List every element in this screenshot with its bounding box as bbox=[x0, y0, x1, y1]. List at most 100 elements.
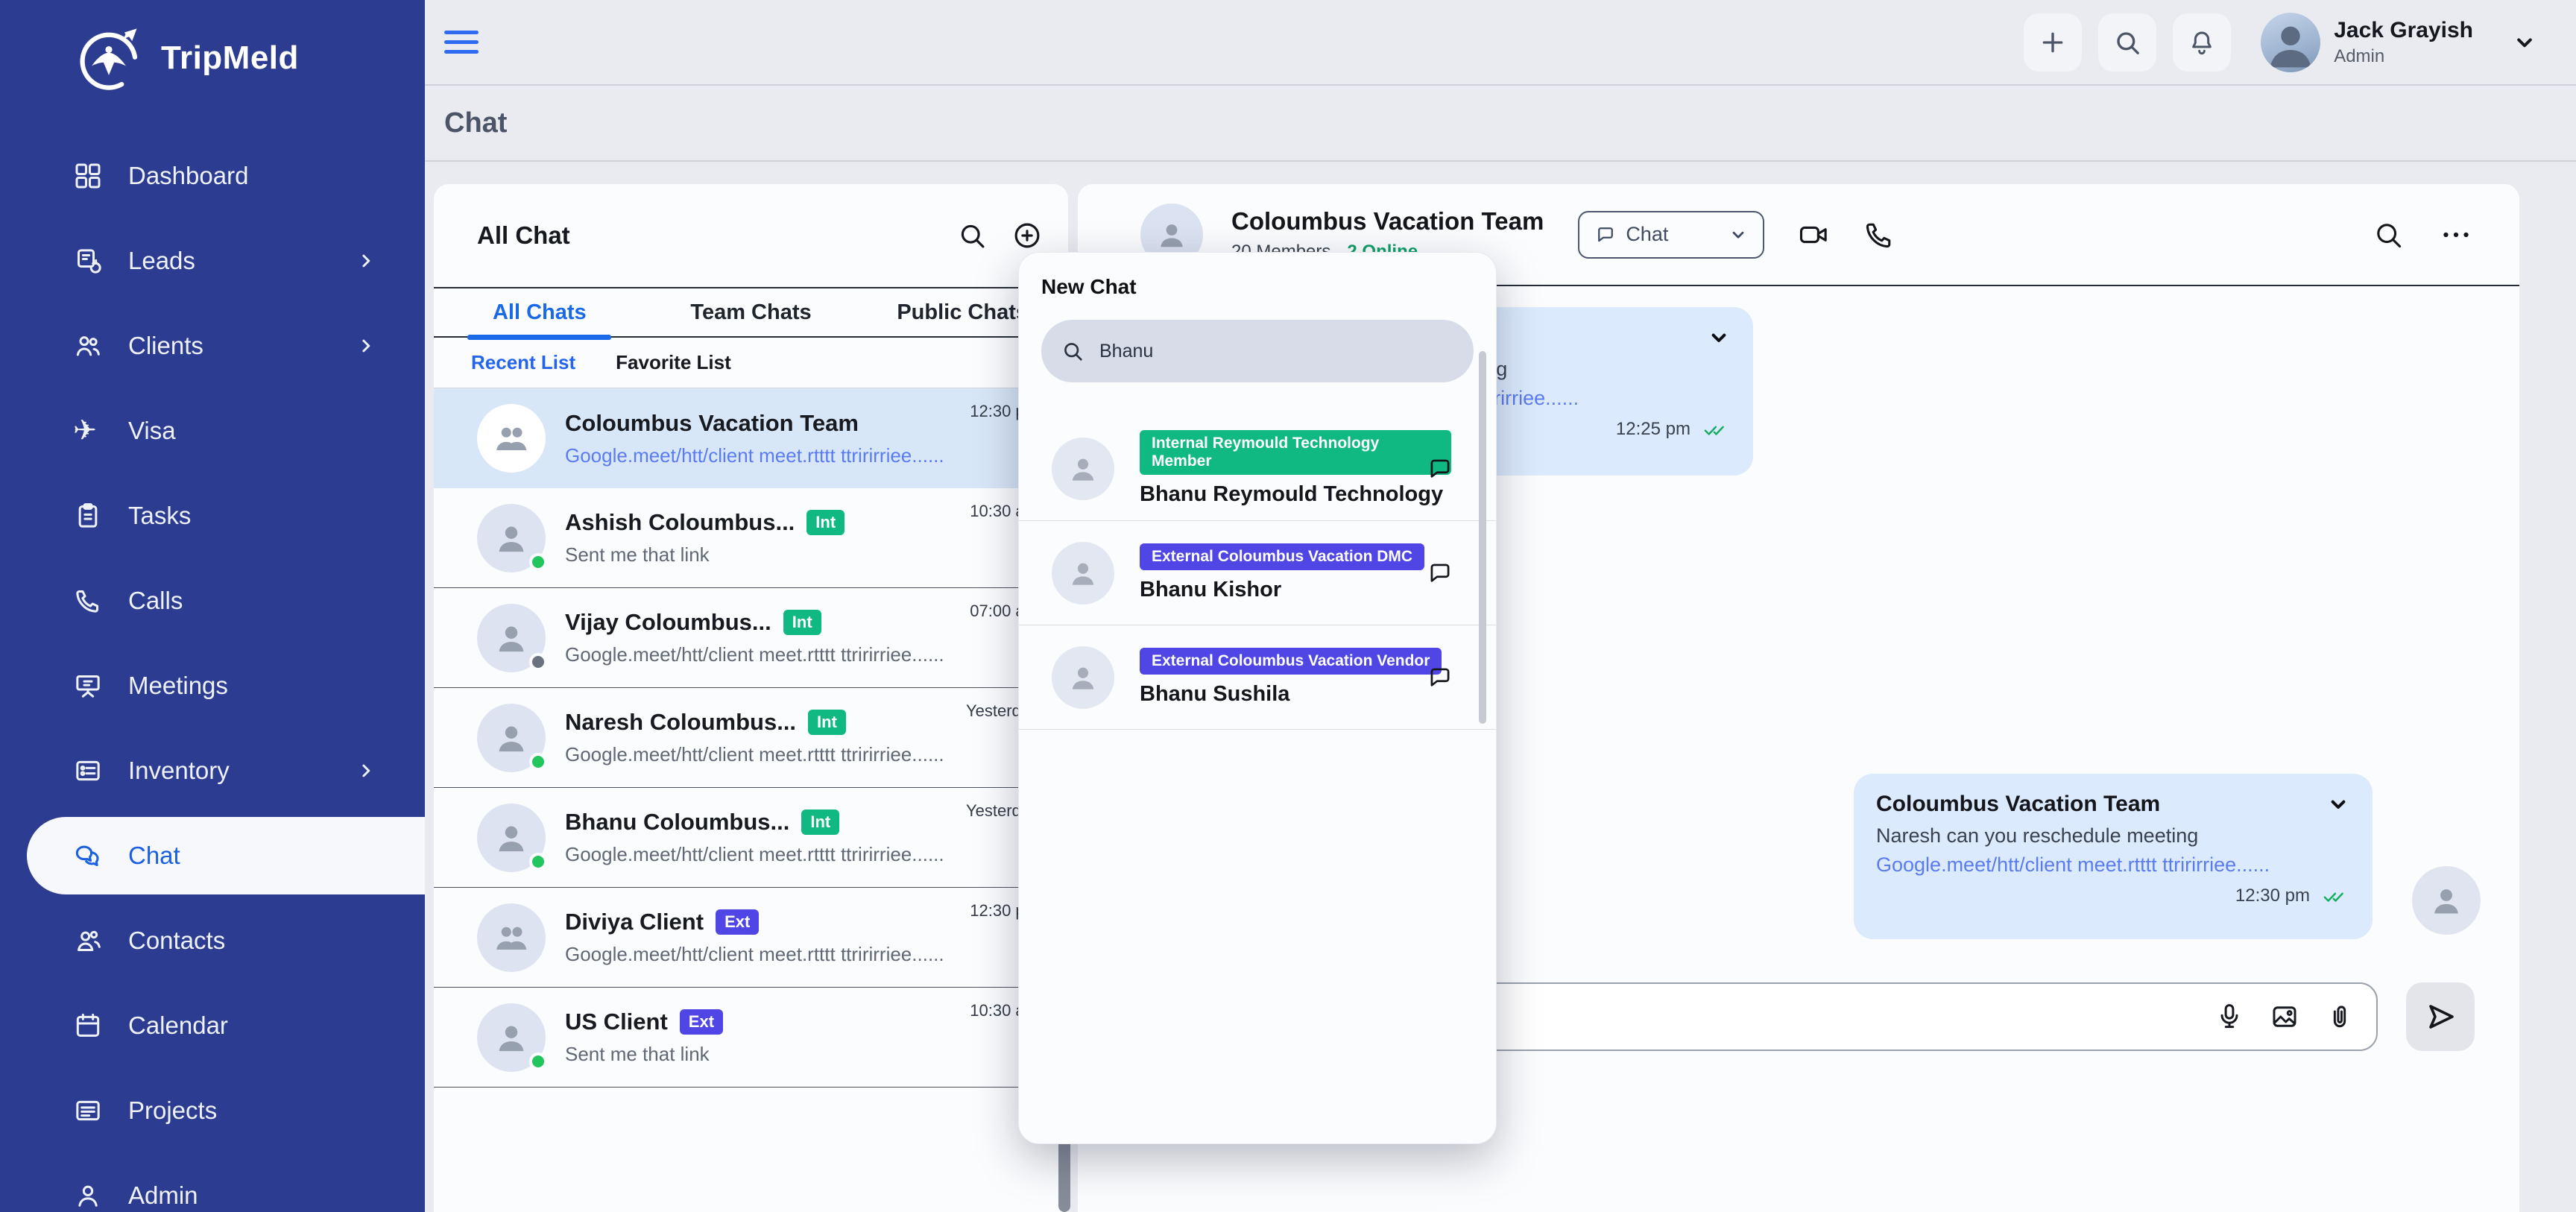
subtab-favorite-list[interactable]: Favorite List bbox=[616, 351, 731, 374]
group-avatar-icon bbox=[490, 417, 533, 460]
new-chat-result[interactable]: Internal Reymould Technology Member Bhan… bbox=[1019, 417, 1496, 521]
person-avatar-icon bbox=[1152, 215, 1191, 254]
start-chat-icon[interactable] bbox=[1426, 663, 1454, 692]
chat-list-item[interactable]: Coloumbus Vacation Team Google.meet/htt/… bbox=[434, 388, 1068, 488]
online-dot bbox=[529, 753, 547, 771]
avatar bbox=[477, 704, 546, 772]
contact-type-badge: External Coloumbus Vacation Vendor bbox=[1140, 648, 1442, 675]
mic-icon[interactable] bbox=[2214, 1001, 2245, 1032]
sidebar-item-chat[interactable]: Chat bbox=[0, 813, 425, 898]
chat-list-item[interactable]: US ClientExt Sent me that link 10:30 am bbox=[434, 988, 1068, 1088]
chat-list-item[interactable]: Naresh Coloumbus...Int Google.meet/htt/c… bbox=[434, 688, 1068, 788]
sidebar-item-visa[interactable]: ✈ Visa bbox=[0, 388, 425, 473]
chat-list-panel: All Chat All Chats Team Chats Public Cha… bbox=[434, 184, 1068, 1212]
search-in-chat-button[interactable] bbox=[2372, 218, 2405, 251]
tasks-icon bbox=[73, 501, 103, 531]
message-link[interactable]: Google.meet/htt/client meet.rtttt ttriri… bbox=[1876, 853, 2350, 877]
voice-call-button[interactable] bbox=[1863, 218, 1895, 251]
chat-last-message: Google.meet/htt/client meet.rtttt ttriri… bbox=[565, 843, 944, 866]
conversation-title: Coloumbus Vacation Team bbox=[1231, 207, 1544, 236]
avatar bbox=[1052, 542, 1114, 605]
chat-name: Ashish Coloumbus... bbox=[565, 509, 795, 536]
chat-list-item[interactable]: Vijay Coloumbus...Int Google.meet/htt/cl… bbox=[434, 588, 1068, 688]
chat-list-title: All Chat bbox=[477, 221, 570, 250]
sidebar-item-clients[interactable]: Clients bbox=[0, 303, 425, 388]
sidebar-nav: Dashboard Leads Clients ✈ Visa Tasks bbox=[0, 133, 425, 1212]
sidebar-item-admin[interactable]: Admin bbox=[0, 1153, 425, 1212]
sidebar-item-meetings[interactable]: Meetings bbox=[0, 643, 425, 728]
person-avatar-icon bbox=[490, 517, 533, 560]
chat-mode-dropdown[interactable]: Chat bbox=[1578, 211, 1764, 259]
chat-name: Vijay Coloumbus... bbox=[565, 609, 771, 636]
message-options-chevron-icon[interactable] bbox=[2326, 792, 2350, 816]
user-avatar[interactable] bbox=[2261, 13, 2320, 72]
image-icon[interactable] bbox=[2269, 1001, 2300, 1032]
chevron-right-icon bbox=[355, 335, 377, 357]
chat-tabs: All Chats Team Chats Public Chats bbox=[434, 288, 1068, 338]
chat-last-message: Google.meet/htt/client meet.rtttt ttriri… bbox=[565, 643, 944, 666]
message-time: 12:30 pm bbox=[2235, 886, 2310, 906]
modal-search-input[interactable] bbox=[1099, 341, 1454, 362]
avatar bbox=[477, 804, 546, 872]
sidebar-item-dashboard[interactable]: Dashboard bbox=[0, 133, 425, 218]
message-options-chevron-icon[interactable] bbox=[1707, 326, 1731, 350]
tab-team-chats[interactable]: Team Chats bbox=[645, 288, 857, 336]
search-chats-icon[interactable] bbox=[956, 220, 988, 251]
notifications-button[interactable] bbox=[2173, 13, 2231, 72]
new-chat-icon[interactable] bbox=[1011, 220, 1043, 251]
sidebar-item-projects[interactable]: Projects bbox=[0, 1068, 425, 1153]
chat-rows: Coloumbus Vacation Team Google.meet/htt/… bbox=[434, 388, 1068, 1088]
sidebar-item-label: Meetings bbox=[128, 672, 228, 700]
subtab-recent-list[interactable]: Recent List bbox=[471, 351, 575, 374]
more-options-button[interactable] bbox=[2437, 216, 2475, 253]
sidebar-item-calendar[interactable]: Calendar bbox=[0, 983, 425, 1068]
chat-list-item[interactable]: Diviya ClientExt Google.meet/htt/client … bbox=[434, 888, 1068, 988]
user-menu-chevron-icon[interactable] bbox=[2512, 30, 2537, 55]
sidebar-item-label: Inventory bbox=[128, 757, 230, 785]
new-chat-result[interactable]: External Coloumbus Vacation DMC Bhanu Ki… bbox=[1019, 521, 1496, 625]
modal-scrollbar[interactable] bbox=[1479, 351, 1486, 724]
avatar bbox=[1052, 438, 1114, 500]
video-call-button[interactable] bbox=[1797, 218, 1830, 251]
avatar bbox=[477, 604, 546, 672]
chat-list-item[interactable]: Bhanu Coloumbus...Int Google.meet/htt/cl… bbox=[434, 788, 1068, 888]
message-text: Naresh can you reschedule meeting bbox=[1876, 824, 2350, 848]
tab-all-chats[interactable]: All Chats bbox=[434, 288, 645, 336]
sidebar-item-leads[interactable]: Leads bbox=[0, 218, 425, 303]
search-icon bbox=[2372, 218, 2405, 251]
sidebar-item-inventory[interactable]: Inventory bbox=[0, 728, 425, 813]
chat-type-badge: Int bbox=[808, 710, 846, 735]
global-search-button[interactable] bbox=[2098, 13, 2156, 72]
sidebar-item-calls[interactable]: Calls bbox=[0, 558, 425, 643]
hamburger-menu-icon[interactable] bbox=[444, 25, 480, 60]
user-info[interactable]: Jack Grayish Admin bbox=[2334, 18, 2473, 67]
new-chat-result[interactable]: External Coloumbus Vacation Vendor Bhanu… bbox=[1019, 625, 1496, 730]
topbar: Jack Grayish Admin bbox=[425, 0, 2576, 86]
chat-type-badge: Int bbox=[801, 809, 839, 835]
chat-list-item[interactable]: Ashish Coloumbus...Int Sent me that link… bbox=[434, 488, 1068, 588]
add-button[interactable] bbox=[2024, 13, 2082, 72]
attachment-icon[interactable] bbox=[2324, 1001, 2355, 1032]
avatar bbox=[477, 1003, 546, 1072]
phone-icon bbox=[1863, 218, 1895, 251]
page-title: Chat bbox=[444, 107, 507, 139]
avatar-photo-icon bbox=[2261, 13, 2320, 72]
send-button[interactable] bbox=[2406, 982, 2475, 1051]
phone-icon bbox=[73, 586, 103, 616]
plus-icon bbox=[2038, 28, 2068, 57]
chat-type-badge: Ext bbox=[680, 1009, 723, 1035]
person-avatar-icon bbox=[490, 816, 533, 859]
ellipsis-icon bbox=[2437, 216, 2475, 253]
start-chat-icon[interactable] bbox=[1426, 559, 1454, 587]
start-chat-icon[interactable] bbox=[1426, 455, 1454, 483]
video-icon bbox=[1797, 218, 1830, 251]
admin-icon bbox=[73, 1181, 103, 1211]
person-avatar-icon bbox=[490, 616, 533, 660]
sidebar-item-contacts[interactable]: Contacts bbox=[0, 898, 425, 983]
message-bubble: Coloumbus Vacation Team Naresh can you r… bbox=[1854, 774, 2373, 939]
sidebar-item-label: Admin bbox=[128, 1181, 198, 1210]
sidebar-item-label: Projects bbox=[128, 1096, 217, 1125]
group-avatar-icon bbox=[490, 916, 533, 959]
sidebar: TripMeld Dashboard Leads Clients ✈ Visa bbox=[0, 0, 425, 1212]
sidebar-item-tasks[interactable]: Tasks bbox=[0, 473, 425, 558]
